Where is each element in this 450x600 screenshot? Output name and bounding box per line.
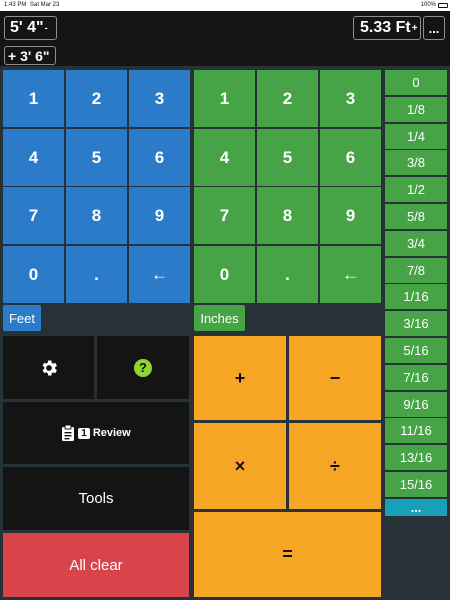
fraction-key-1-4[interactable]: 1/4 [385, 123, 447, 149]
equals-button[interactable]: = [194, 512, 381, 597]
feet-key-0[interactable]: 0 [3, 246, 64, 303]
inches-key-2[interactable]: 2 [257, 70, 318, 127]
feet-key-5[interactable]: 5 [66, 129, 127, 186]
feet-unit-label: Feet [3, 305, 41, 331]
feet-key-decimal[interactable]: . [66, 246, 127, 303]
subtract-button[interactable]: − [289, 336, 381, 420]
inches-key-7[interactable]: 7 [194, 187, 255, 244]
divide-button[interactable]: ÷ [289, 423, 381, 509]
battery-icon [438, 3, 448, 8]
fraction-key-1-16[interactable]: 1/16 [385, 284, 447, 310]
inches-key-0[interactable]: 0 [194, 246, 255, 303]
inches-key-backspace[interactable]: ← [320, 246, 381, 303]
history-row: + 3' 6" [0, 45, 450, 66]
feet-key-6[interactable]: 6 [129, 129, 190, 186]
more-fractions-button[interactable]: ... [385, 498, 447, 516]
status-bar: 1:43 PM Sat Mar 23 100% [0, 0, 450, 11]
feet-key-4[interactable]: 4 [3, 129, 64, 186]
fraction-key-3-8[interactable]: 3/8 [385, 150, 447, 176]
feet-key-7[interactable]: 7 [3, 187, 64, 244]
tools-button[interactable]: Tools [3, 467, 189, 530]
inches-key-6[interactable]: 6 [320, 129, 381, 186]
multiply-button[interactable]: × [194, 423, 286, 509]
feet-key-3[interactable]: 3 [129, 70, 190, 127]
fraction-key-3-4[interactable]: 3/4 [385, 230, 447, 256]
fraction-key-0[interactable]: 0 [385, 70, 447, 95]
fraction-key-5-16[interactable]: 5/16 [385, 338, 447, 363]
converted-value: 5.33 Ft [360, 19, 411, 36]
all-clear-button[interactable]: All clear [3, 533, 189, 597]
fraction-key-7-8[interactable]: 7/8 [385, 257, 447, 283]
primary-value: 5' 4" [10, 19, 44, 36]
inches-key-5[interactable]: 5 [257, 129, 318, 186]
settings-button[interactable] [3, 336, 94, 399]
review-count-badge: 1 [78, 427, 90, 439]
inches-key-decimal[interactable]: . [257, 246, 318, 303]
more-menu-button[interactable]: ... [423, 16, 445, 40]
feet-key-backspace[interactable]: ← [129, 246, 190, 303]
fraction-key-5-8[interactable]: 5/8 [385, 204, 447, 229]
fraction-key-15-16[interactable]: 15/16 [385, 472, 447, 497]
feet-key-8[interactable]: 8 [66, 187, 127, 244]
inches-unit-label: Inches [194, 305, 245, 331]
inches-key-4[interactable]: 4 [194, 129, 255, 186]
review-button[interactable]: 1 Review [3, 402, 189, 464]
fraction-key-1-2[interactable]: 1/2 [385, 177, 447, 203]
clipboard-icon [62, 424, 75, 441]
inches-key-9[interactable]: 9 [320, 187, 381, 244]
help-icon: ? [134, 358, 152, 377]
fraction-key-3-16[interactable]: 3/16 [385, 311, 447, 337]
feet-key-2[interactable]: 2 [66, 70, 127, 127]
converted-sign: + [411, 22, 418, 34]
display-bar: 5' 4" - 5.33 Ft + ... [0, 11, 450, 45]
fraction-key-7-16[interactable]: 7/16 [385, 364, 447, 390]
primary-sign: - [44, 23, 48, 33]
inches-key-8[interactable]: 8 [257, 187, 318, 244]
fraction-key-13-16[interactable]: 13/16 [385, 445, 447, 471]
fraction-key-11-16[interactable]: 11/16 [385, 418, 447, 444]
add-button[interactable]: + [194, 336, 286, 420]
inches-key-3[interactable]: 3 [320, 70, 381, 127]
inches-key-1[interactable]: 1 [194, 70, 255, 127]
fraction-key-1-8[interactable]: 1/8 [385, 96, 447, 122]
feet-key-1[interactable]: 1 [3, 70, 64, 127]
history-entry[interactable]: + 3' 6" [4, 46, 56, 65]
feet-key-9[interactable]: 9 [129, 187, 190, 244]
gear-icon [42, 360, 57, 375]
fraction-key-9-16[interactable]: 9/16 [385, 391, 447, 417]
status-time: 1:43 PM [4, 2, 27, 8]
review-label: Review [92, 427, 131, 439]
help-button[interactable]: ? [97, 336, 189, 399]
primary-display[interactable]: 5' 4" - [4, 16, 57, 40]
status-date: Sat Mar 23 [30, 2, 60, 8]
converted-display[interactable]: 5.33 Ft + [353, 16, 421, 40]
status-battery: 100% [420, 2, 436, 8]
